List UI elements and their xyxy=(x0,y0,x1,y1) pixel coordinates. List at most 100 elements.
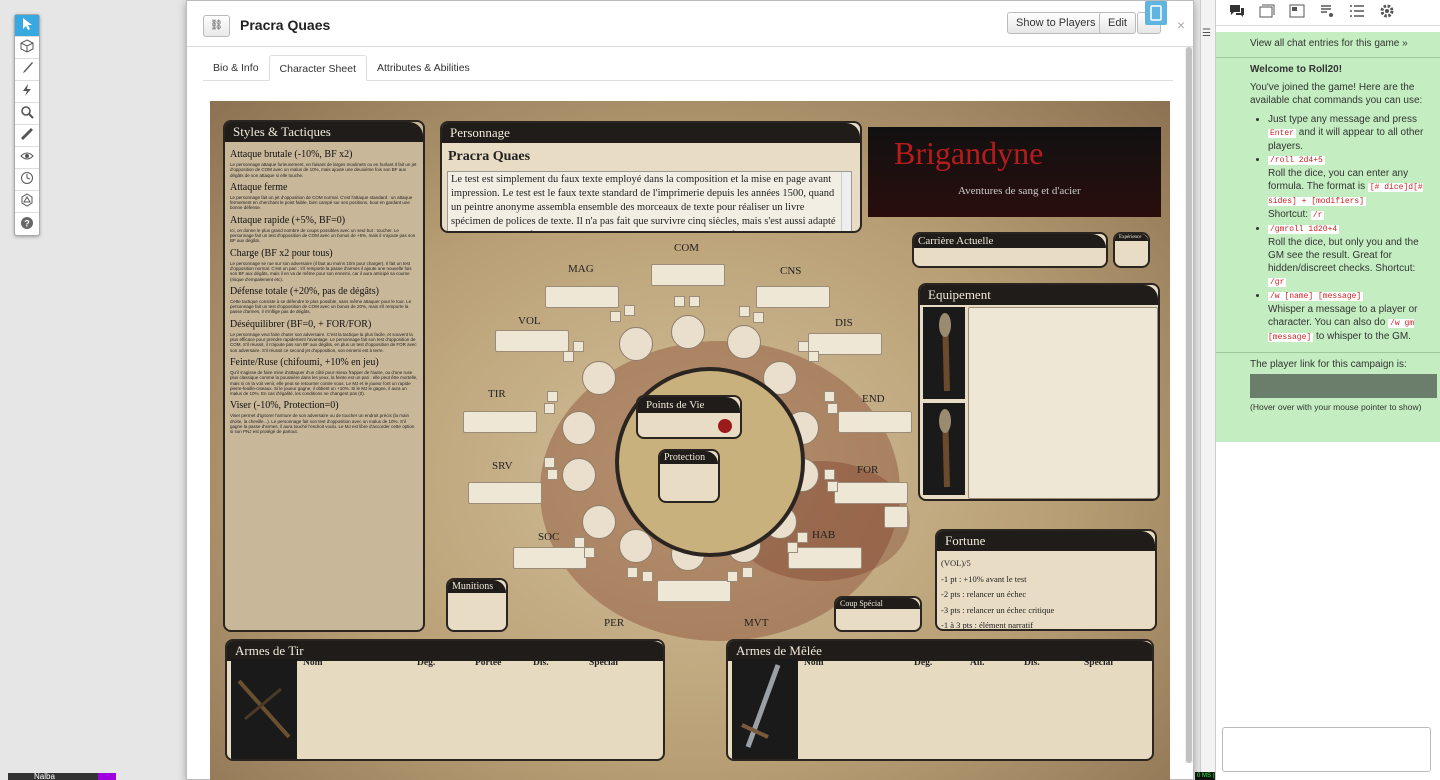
stat-checkbox[interactable] xyxy=(787,542,798,553)
stat-checkbox[interactable] xyxy=(573,341,584,352)
stat-checkbox[interactable] xyxy=(827,403,838,414)
style-desc: Ici, on donne le plus grand nombre de co… xyxy=(230,227,416,244)
style-name: Charge (BF x2 pour tous) xyxy=(230,247,333,259)
stat-checkbox[interactable] xyxy=(739,306,750,317)
stat-label-tir: TIR xyxy=(488,388,506,400)
tab-bio[interactable]: Bio & Info xyxy=(203,55,269,80)
stat-circle[interactable] xyxy=(562,411,596,445)
hamburger-icon[interactable]: ☰ xyxy=(1202,28,1215,39)
edit-button[interactable]: Edit xyxy=(1099,12,1136,34)
scroll-thumb[interactable] xyxy=(1186,47,1192,763)
stat-input-cns[interactable] xyxy=(756,286,830,308)
equipment-image xyxy=(923,307,965,399)
bio-scrollbar[interactable] xyxy=(841,172,851,231)
turn-tool[interactable] xyxy=(15,169,39,191)
art-tab[interactable] xyxy=(1252,2,1282,24)
protection-panel: Protection xyxy=(658,449,720,503)
list-icon xyxy=(1349,4,1365,21)
melee-weapon-image xyxy=(732,659,798,759)
fx-tool[interactable] xyxy=(15,81,39,103)
stat-label-com: COM xyxy=(674,242,700,254)
compendium-tab[interactable] xyxy=(1312,2,1342,24)
chat-input[interactable] xyxy=(1222,727,1431,772)
stat-checkbox[interactable] xyxy=(824,391,835,402)
stat-checkbox[interactable] xyxy=(627,567,638,578)
stat-input-hab[interactable] xyxy=(788,547,862,569)
stat-input-end[interactable] xyxy=(838,411,912,433)
fortune-formula: (VOL)/5 xyxy=(941,558,971,568)
draw-tool[interactable] xyxy=(15,59,39,81)
stat-checkbox[interactable] xyxy=(547,391,558,402)
newspaper-icon xyxy=(1289,4,1305,21)
stat-checkbox[interactable] xyxy=(827,481,838,492)
token-tool[interactable] xyxy=(15,37,39,59)
ruler-tool[interactable] xyxy=(15,125,39,147)
player-color-swatch[interactable] xyxy=(98,773,116,780)
journal-tab[interactable] xyxy=(1282,2,1312,24)
stat-checkbox[interactable] xyxy=(563,351,574,362)
view-all-link[interactable]: View all chat entries for this game » xyxy=(1216,32,1440,49)
fog-tool[interactable] xyxy=(15,147,39,169)
stat-circle[interactable] xyxy=(562,458,596,492)
image-library-icon xyxy=(1259,4,1275,21)
stat-checkbox[interactable] xyxy=(674,296,685,307)
stat-input-tir[interactable] xyxy=(463,411,537,433)
stat-checkbox[interactable] xyxy=(689,296,700,307)
coup-special-title: Coup Spécial xyxy=(836,598,920,609)
link-button[interactable]: ⛓ xyxy=(203,15,230,37)
stat-input-mag[interactable] xyxy=(545,286,619,308)
decks-tab[interactable] xyxy=(1342,2,1372,24)
stat-input-for[interactable] xyxy=(834,482,908,504)
chat-tab[interactable] xyxy=(1222,2,1252,24)
equipment-textarea[interactable] xyxy=(968,307,1158,499)
help-tool[interactable]: ? xyxy=(15,213,39,235)
stat-input-com[interactable] xyxy=(651,264,725,286)
zoom-tool[interactable] xyxy=(15,103,39,125)
stat-input-for-bonus[interactable] xyxy=(884,506,908,528)
dialog-scrollbar[interactable] xyxy=(1185,47,1193,763)
select-tool[interactable] xyxy=(15,15,39,37)
character-dialog: ⛓ Pracra Quaes Show to Players Edit × Bi… xyxy=(186,0,1194,780)
stat-circle[interactable] xyxy=(582,505,616,539)
stat-checkbox[interactable] xyxy=(610,311,621,322)
dice-tool[interactable] xyxy=(15,191,39,213)
journal-icon[interactable] xyxy=(1145,1,1167,25)
col-deg: Deg. xyxy=(914,658,933,668)
stat-checkbox[interactable] xyxy=(742,567,753,578)
stat-input-dis[interactable] xyxy=(808,333,882,355)
stat-input-vol[interactable] xyxy=(495,330,569,352)
munitions-panel: Munitions xyxy=(446,578,508,632)
stat-checkbox[interactable] xyxy=(727,571,738,582)
stat-checkbox[interactable] xyxy=(544,457,555,468)
stat-checkbox[interactable] xyxy=(547,469,558,480)
player-name[interactable]: Nalba xyxy=(8,773,98,780)
settings-tab[interactable] xyxy=(1372,2,1402,24)
close-icon[interactable]: × xyxy=(1177,17,1185,33)
tab-attributes[interactable]: Attributes & Abilities xyxy=(367,55,480,80)
stat-checkbox[interactable] xyxy=(642,571,653,582)
stat-checkbox[interactable] xyxy=(753,312,764,323)
stat-input-srv[interactable] xyxy=(468,482,542,504)
stat-circle[interactable] xyxy=(671,315,705,349)
sidebar-collapse-strip[interactable]: ☰ xyxy=(1200,0,1215,780)
speech-bubble-icon xyxy=(1229,4,1245,21)
stat-circle[interactable] xyxy=(727,325,761,359)
tab-character-sheet[interactable]: Character Sheet xyxy=(268,55,367,81)
chat-log[interactable]: View all chat entries for this game » We… xyxy=(1216,32,1440,442)
show-to-players-button[interactable]: Show to Players xyxy=(1007,12,1105,34)
stat-checkbox[interactable] xyxy=(824,469,835,480)
stat-checkbox[interactable] xyxy=(624,305,635,316)
stat-checkbox[interactable] xyxy=(797,532,808,543)
player-link-box[interactable] xyxy=(1250,374,1437,398)
fortune-rule: -1 à 3 pts : élément narratif xyxy=(941,620,1034,630)
bio-textarea[interactable]: Le test est simplement du faux texte emp… xyxy=(447,171,852,231)
stat-input-mvt[interactable] xyxy=(657,580,731,602)
stat-input-soc[interactable] xyxy=(513,547,587,569)
stat-circle[interactable] xyxy=(619,327,653,361)
experience-title: Expérience xyxy=(1115,234,1148,241)
stat-checkbox[interactable] xyxy=(584,547,595,558)
stat-checkbox[interactable] xyxy=(808,351,819,362)
stat-circle[interactable] xyxy=(582,361,616,395)
stat-checkbox[interactable] xyxy=(544,403,555,414)
stat-label-dis: DIS xyxy=(835,317,853,329)
